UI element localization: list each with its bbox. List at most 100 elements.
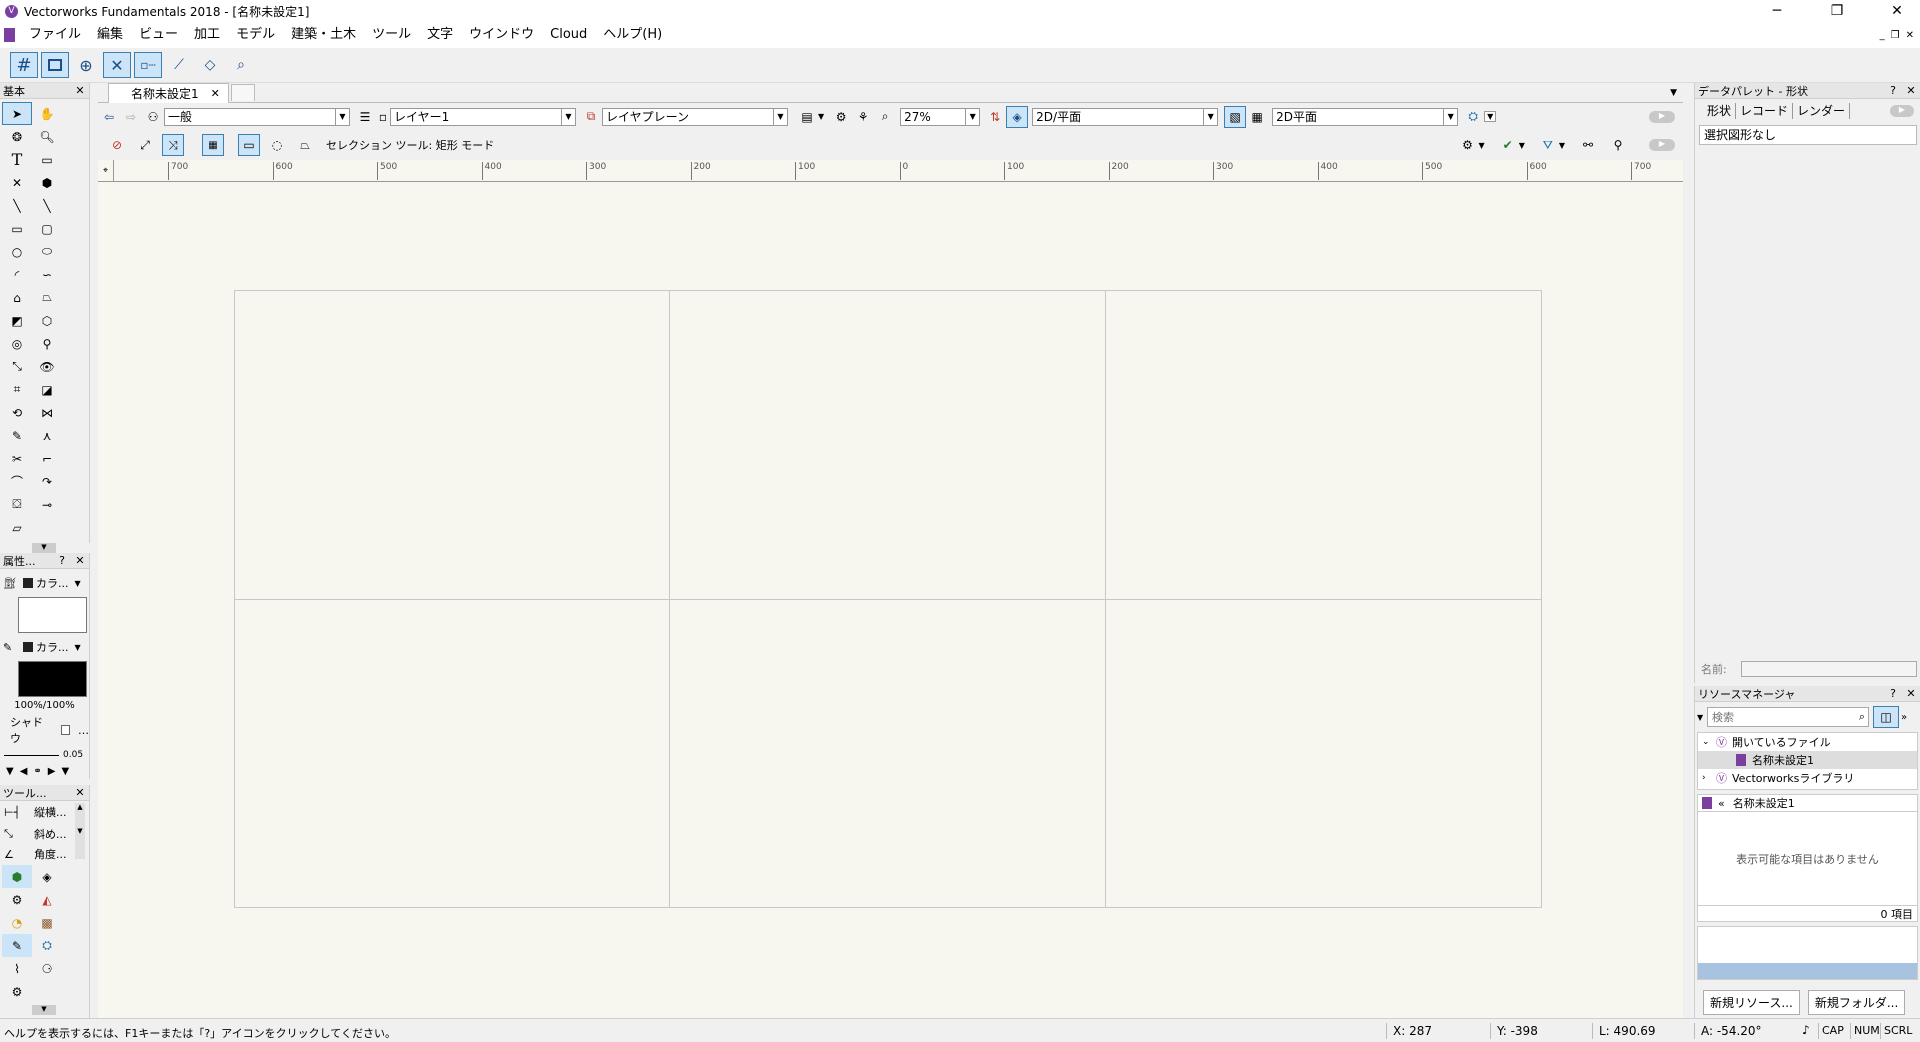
- layer-options-button[interactable]: ▫: [376, 106, 390, 128]
- resource-search-field[interactable]: [1708, 708, 1848, 726]
- data-palette-close[interactable]: ✕: [1902, 84, 1920, 97]
- tool-sets-scrollbar[interactable]: ▲ ▼: [75, 803, 85, 859]
- view-mode-button[interactable]: ◈: [1006, 105, 1029, 128]
- standard-view-button[interactable]: ⚙: [830, 106, 852, 128]
- snap-intersection-button[interactable]: ✕: [103, 52, 131, 78]
- collapse-icon[interactable]: «: [1718, 797, 1725, 810]
- eyedropper-tool[interactable]: ⚲: [32, 332, 62, 355]
- snap-grid-button[interactable]: #: [10, 52, 38, 78]
- menu-file[interactable]: ファイル: [21, 22, 89, 48]
- flip-page-button[interactable]: ⇅: [984, 106, 1006, 128]
- polygon-mode[interactable]: ⏢: [294, 134, 316, 156]
- back-button[interactable]: ⇦: [98, 106, 120, 128]
- zoom-button[interactable]: ⌕: [874, 106, 896, 128]
- layer-plane-select[interactable]: レイヤプレーン ▼: [602, 107, 788, 126]
- snap-tangent-button[interactable]: ⟋: [165, 52, 193, 78]
- forward-button[interactable]: ⇨: [120, 106, 142, 128]
- tab-record[interactable]: レコード: [1736, 103, 1794, 119]
- pen-type-select[interactable]: カラ...: [36, 639, 69, 655]
- tab-render[interactable]: レンダー: [1793, 103, 1851, 119]
- rounded-rectangle-tool[interactable]: ▢: [32, 217, 62, 240]
- locus-tool[interactable]: ✕: [2, 171, 32, 194]
- callout-tool[interactable]: ▭: [32, 148, 62, 171]
- class-visibility-button[interactable]: ⚇: [142, 106, 164, 128]
- rectangle-tool[interactable]: ▭: [2, 217, 32, 240]
- arrow-left-icon[interactable]: ◀: [20, 766, 28, 777]
- menu-tools[interactable]: ツール: [364, 22, 419, 48]
- menu-help[interactable]: ヘルプ(H): [595, 22, 670, 48]
- toolset-dims-notes[interactable]: ◈: [32, 865, 62, 888]
- split-tool[interactable]: ✎: [2, 424, 32, 447]
- mode-bar-overflow-button[interactable]: ▶: [1649, 139, 1675, 151]
- fill-type-select[interactable]: カラ...: [36, 575, 69, 591]
- doc-minimize-button[interactable]: _: [1880, 30, 1885, 41]
- shadow-checkbox[interactable]: [60, 725, 70, 735]
- resource-overflow-icon[interactable]: »: [1901, 712, 1907, 723]
- palette-expand-button[interactable]: ▼: [32, 543, 56, 553]
- menu-text[interactable]: 文字: [419, 22, 461, 48]
- check-dropdown[interactable]: ▼: [1519, 141, 1525, 150]
- reshape-tool[interactable]: ◪: [32, 378, 62, 401]
- line-end-arrow-icon[interactable]: ▼: [62, 766, 70, 777]
- minimize-button[interactable]: ─: [1754, 0, 1800, 22]
- connect-tool[interactable]: ⋏: [32, 424, 62, 447]
- zoom-mode-button[interactable]: ⚲: [1607, 134, 1629, 156]
- render-mode-button[interactable]: ▧: [1224, 105, 1247, 128]
- polygon-tool[interactable]: ⏢: [32, 286, 62, 309]
- snap-distance-button[interactable]: ▫┄: [134, 52, 162, 78]
- tab-shape[interactable]: 形状: [1703, 103, 1737, 119]
- toolset-machine[interactable]: ⛭: [32, 934, 62, 957]
- polyline-tool[interactable]: ⌂: [2, 286, 32, 309]
- view-bar-overflow-button[interactable]: ▶: [1649, 110, 1675, 123]
- toolset-utilities[interactable]: ⚆: [32, 957, 62, 980]
- doc-close-button[interactable]: ✕: [1906, 30, 1914, 41]
- shadow-options-button[interactable]: …: [78, 724, 89, 737]
- tool-sets-palette-close[interactable]: ✕: [71, 786, 89, 799]
- tool-preferences-dropdown[interactable]: ▼: [1479, 141, 1485, 150]
- tree-library[interactable]: › Ⓥ Vectorworksライブラリ: [1698, 769, 1917, 787]
- lighting-dropdown[interactable]: ▼: [1484, 111, 1497, 122]
- tool-preferences-button[interactable]: ⚙: [1457, 134, 1479, 156]
- tab-list-dropdown[interactable]: ▼: [1670, 88, 1677, 98]
- chamfer-tool[interactable]: ⌒: [2, 470, 32, 493]
- toolset-site-planning[interactable]: ◔: [2, 911, 32, 934]
- notification-bell-icon[interactable]: ♪: [1802, 1023, 1810, 1037]
- saved-views-button[interactable]: ▤: [796, 106, 818, 128]
- line-weight-value[interactable]: 0.05: [63, 750, 83, 760]
- attribute-mapping-tool[interactable]: ⤡: [2, 355, 32, 378]
- resource-search-input[interactable]: ⌕: [1707, 707, 1869, 727]
- arc-tool[interactable]: ◜: [2, 263, 32, 286]
- layer-select[interactable]: レイヤー1 ▼: [390, 107, 576, 126]
- circle-tool[interactable]: ○: [2, 240, 32, 263]
- oval-tool[interactable]: ⬭: [32, 240, 62, 263]
- new-tab-button[interactable]: [230, 84, 255, 101]
- wall-join-tool[interactable]: ⊸: [32, 493, 62, 516]
- document-tab[interactable]: 名称未設定1 ✕: [108, 82, 229, 103]
- restore-button[interactable]: ❐: [1814, 0, 1860, 22]
- basic-palette-close[interactable]: ✕: [71, 84, 89, 97]
- doc-restore-button[interactable]: ❐: [1891, 30, 1900, 41]
- saved-views-dropdown[interactable]: ▼: [818, 112, 824, 121]
- data-palette-help[interactable]: ?: [1884, 84, 1902, 97]
- fillet-tool[interactable]: ⌐: [32, 447, 62, 470]
- multiple-object-scaling-mode[interactable]: ⤨: [162, 134, 184, 156]
- snap-options-button[interactable]: ⛛: [1537, 134, 1559, 156]
- toolset-3d-modeling[interactable]: ✎: [2, 934, 32, 957]
- lasso-mode[interactable]: ◌: [266, 134, 288, 156]
- lock-objects-mode[interactable]: ▦: [202, 134, 224, 156]
- menu-window[interactable]: ウインドウ: [461, 22, 542, 48]
- arrow-right-icon[interactable]: ▶: [48, 766, 56, 777]
- double-line-tool[interactable]: ╲: [32, 194, 62, 217]
- toolset-detailing[interactable]: ⚙: [2, 888, 32, 911]
- class-select[interactable]: 一般 ▼: [164, 107, 350, 126]
- clip-tool[interactable]: ⌗: [2, 378, 32, 401]
- search-options-dropdown[interactable]: ▼: [1697, 713, 1707, 722]
- menu-view[interactable]: ビュー: [131, 22, 186, 48]
- fill-tool[interactable]: ⛋: [2, 493, 32, 516]
- spiral-tool[interactable]: ◎: [2, 332, 32, 355]
- snap-point-button[interactable]: ◇: [196, 52, 224, 78]
- view-select[interactable]: 2D/平面 ▼: [1032, 107, 1219, 126]
- ruler-origin-button[interactable]: ⌖: [98, 160, 114, 182]
- tree-current-file[interactable]: 名称未設定1: [1698, 751, 1917, 769]
- selection-tool[interactable]: ➤: [2, 102, 32, 125]
